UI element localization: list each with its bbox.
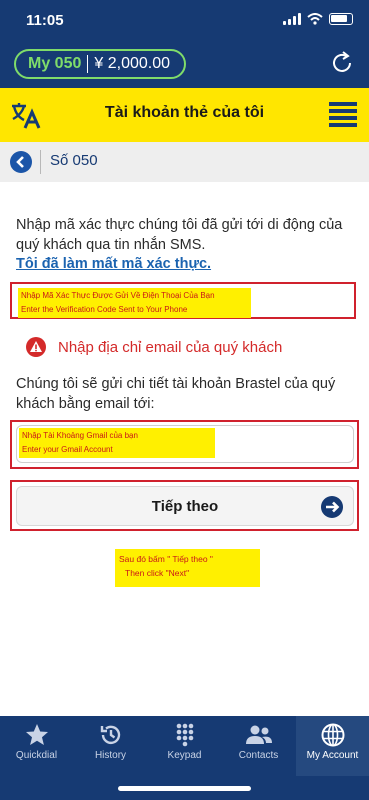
tab-label: My Account [306, 750, 359, 761]
account-balance: ¥ 2,000.00 [94, 55, 170, 72]
verification-code-note: Nhập Mã Xác Thực Được Gửi Về Điện Thoại … [18, 288, 251, 318]
verification-code-input[interactable]: Nhập Mã Xác Thực Được Gửi Về Điện Thoại … [10, 282, 356, 319]
globe-icon [321, 723, 344, 747]
tab-history[interactable]: History [74, 722, 147, 761]
error-text: Nhập địa chỉ email của quý khách [58, 338, 283, 356]
top-bar: 11:05 My 050 ¥ 2,000.00 [0, 0, 369, 88]
verification-note-vi: Nhập Mã Xác Thực Được Gửi Về Điện Thoại … [21, 291, 215, 300]
tab-quickdial[interactable]: Quickdial [0, 722, 73, 761]
status-icons [283, 13, 353, 25]
next-button-label: Tiếp theo [151, 498, 219, 515]
signal-icon [283, 13, 301, 25]
next-button[interactable]: Tiếp theo [16, 486, 354, 526]
page-title: Tài khoản thẻ của tôi [104, 104, 265, 121]
chevron-left-icon [16, 156, 24, 168]
email-note-vi: Nhập Tài Khoảng Gmail của bạn [22, 431, 138, 440]
breadcrumb: Số 050 [0, 142, 369, 182]
star-icon [25, 724, 48, 745]
tab-label: Contacts [238, 750, 279, 761]
menu-icon[interactable] [329, 102, 357, 128]
next-note-vi: Sau đó bấm " Tiếp theo " [119, 554, 213, 564]
email-note-en: Enter your Gmail Account [22, 445, 113, 454]
keypad-icon [176, 723, 193, 747]
battery-icon [329, 13, 353, 25]
tab-label: Keypad [167, 750, 202, 761]
error-message: Nhập địa chỉ email của quý khách [26, 337, 282, 357]
page-header: Tài khoản thẻ của tôi [0, 88, 369, 142]
account-number: My 050 [28, 55, 82, 72]
history-icon [100, 725, 120, 744]
warning-icon [26, 337, 46, 357]
email-note: Nhập Tài Khoảng Gmail của bạn Enter your… [19, 428, 215, 458]
email-input[interactable]: Nhập Tài Khoảng Gmail của bạn Enter your… [16, 425, 354, 463]
next-note-en: Then click "Next" [125, 568, 190, 578]
tab-contacts[interactable]: Contacts [222, 722, 295, 761]
wifi-icon [307, 13, 323, 25]
pill-divider [87, 55, 89, 73]
tab-label: Quickdial [15, 750, 58, 761]
verification-note-en: Enter the Verification Code Sent to Your… [21, 305, 188, 314]
account-balance-pill[interactable]: My 050 ¥ 2,000.00 [14, 49, 186, 79]
verification-instruction: Nhập mã xác thực chúng tôi đã gửi tới di… [16, 217, 343, 253]
next-instruction-note: Sau đó bấm " Tiếp theo " Then click "Nex… [115, 549, 260, 587]
refresh-icon[interactable] [329, 50, 355, 76]
tab-my-account[interactable]: My Account [296, 716, 369, 776]
arrow-right-icon [321, 496, 343, 518]
back-button[interactable] [10, 151, 32, 173]
home-indicator [118, 786, 251, 791]
email-description: Chúng tôi sẽ gửi chi tiết tài khoản Bras… [16, 376, 336, 412]
lost-code-link[interactable]: Tôi đã làm mất mã xác thực. [16, 256, 211, 272]
status-bar: 11:05 [0, 0, 369, 40]
status-time: 11:05 [26, 12, 64, 29]
email-input-highlight: Nhập Tài Khoảng Gmail của bạn Enter your… [10, 420, 359, 469]
breadcrumb-divider [40, 150, 41, 174]
next-button-highlight: Tiếp theo [10, 480, 359, 531]
contacts-icon [245, 725, 272, 744]
tab-keypad[interactable]: Keypad [148, 722, 221, 761]
breadcrumb-title: Số 050 [50, 152, 98, 169]
tab-label: History [94, 750, 127, 761]
